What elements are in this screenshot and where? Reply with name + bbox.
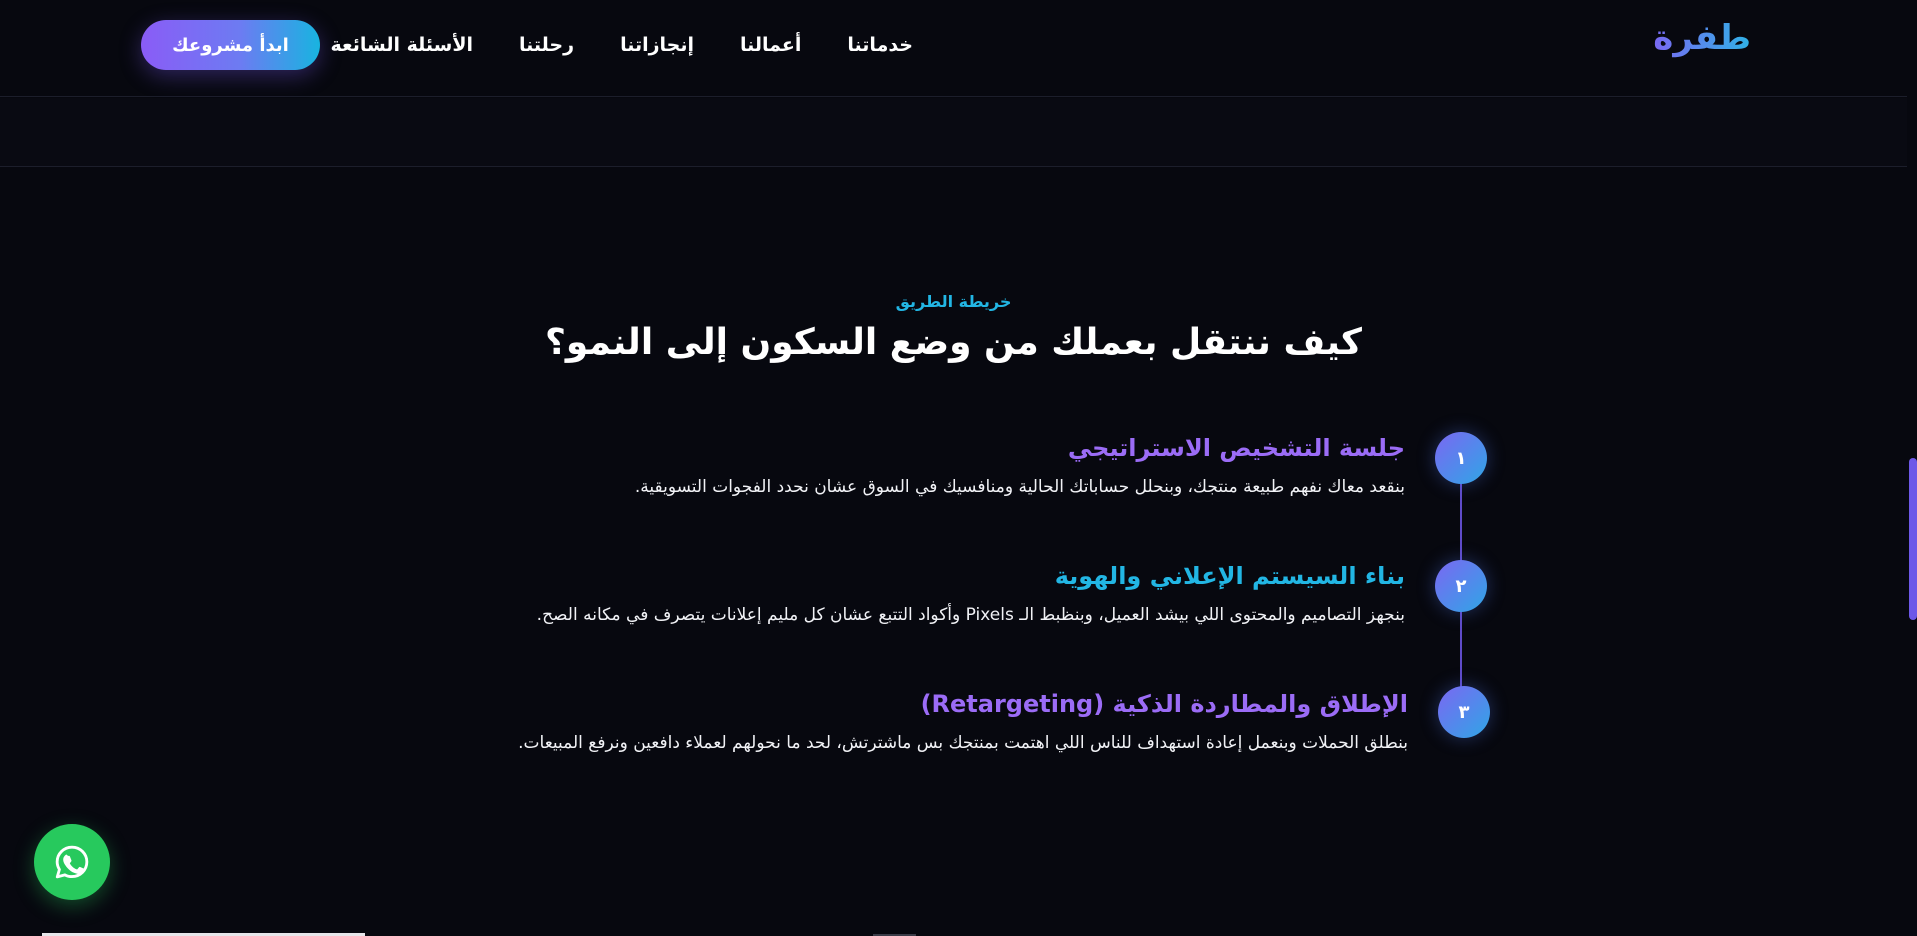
start-project-button[interactable]: ابدأ مشروعك: [141, 20, 320, 70]
whatsapp-icon: [55, 845, 89, 879]
step-title: الإطلاق والمطاردة الذكية (Retargeting): [920, 690, 1408, 718]
roadmap-step-2: بناء السيستم الإعلاني والهوية بنجهز التص…: [405, 558, 1405, 631]
logo[interactable]: طفرة: [1653, 18, 1751, 58]
nav-item-services[interactable]: خدماتنا: [847, 34, 913, 56]
section-kicker: خريطة الطريق: [895, 292, 1012, 311]
header-strip: [0, 98, 1907, 167]
scrollbar-thumb[interactable]: [1909, 458, 1917, 620]
step-title: جلسة التشخيص الاستراتيجي: [1067, 434, 1405, 462]
step-title: بناء السيستم الإعلاني والهوية: [1054, 562, 1405, 590]
whatsapp-button[interactable]: [34, 824, 110, 900]
roadmap-step-3: الإطلاق والمطاردة الذكية (Retargeting) ب…: [408, 686, 1408, 759]
nav-item-achievements[interactable]: إنجازاتنا: [620, 34, 694, 56]
step-description: بنقعد معاك نفهم طبيعة منتجك، وبنحلل حساب…: [634, 477, 1405, 497]
nav-item-journey[interactable]: رحلتنا: [519, 34, 574, 56]
step-number-1: ١: [1435, 432, 1487, 484]
nav-item-works[interactable]: أعمالنا: [740, 34, 801, 56]
section-title: كيف ننتقل بعملك من وضع السكون إلى النمو؟: [545, 322, 1362, 363]
main-nav: خدماتنا أعمالنا إنجازاتنا رحلتنا الأسئلة…: [331, 0, 913, 90]
site-header: طفرة خدماتنا أعمالنا إنجازاتنا رحلتنا ال…: [0, 0, 1907, 97]
step-description: بنطلق الحملات وبنعمل إعادة استهداف للناس…: [518, 733, 1408, 753]
step-number-3: ٣: [1438, 686, 1490, 738]
step-number-2: ٢: [1435, 560, 1487, 612]
roadmap-step-1: جلسة التشخيص الاستراتيجي بنقعد معاك نفهم…: [405, 430, 1405, 503]
nav-item-faq[interactable]: الأسئلة الشائعة: [331, 34, 474, 56]
step-description: بنجهز التصاميم والمحتوى اللي بيشد العميل…: [536, 605, 1405, 625]
